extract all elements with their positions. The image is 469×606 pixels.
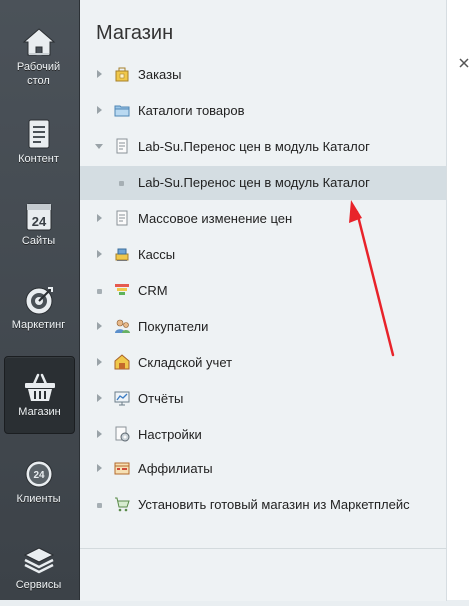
menu-item-labsu-section[interactable]: Lab-Su.Перенос цен в модуль Каталог: [80, 130, 446, 164]
close-icon[interactable]: [459, 58, 469, 68]
menu-item-labsu-page[interactable]: Lab-Su.Перенос цен в модуль Каталог: [80, 166, 446, 200]
customers-icon: [115, 319, 130, 333]
menu-label-marketplace-install: Установить готовый магазин из Маркетплей…: [138, 497, 410, 512]
rail-item-shop[interactable]: Магазин: [4, 356, 75, 434]
svg-text:24: 24: [33, 470, 45, 481]
expand-arrow-icon[interactable]: [97, 70, 102, 78]
expand-arrow-icon[interactable]: [97, 250, 102, 258]
menu-label-cash-registers: Кассы: [138, 247, 176, 262]
expand-arrow-icon[interactable]: [97, 214, 102, 222]
menu-item-orders[interactable]: Заказы: [80, 58, 446, 92]
rail-label-services: Сервисы: [15, 579, 62, 591]
menu-item-affiliates[interactable]: Аффилиаты: [80, 452, 446, 486]
menu-item-settings[interactable]: Настройки: [80, 418, 446, 452]
expand-arrow-icon[interactable]: [97, 430, 102, 438]
menu-label-reports: Отчёты: [138, 391, 184, 406]
rail-label-desktop-2: стол: [27, 75, 50, 87]
menu-item-warehouse[interactable]: Складской учет: [80, 346, 446, 380]
collapse-arrow-icon[interactable]: [95, 144, 103, 149]
cash-register-icon: [115, 248, 129, 261]
folder-icon: [114, 105, 130, 117]
affiliates-icon: [114, 462, 130, 475]
page-icon: [116, 210, 128, 226]
orders-icon: [115, 67, 129, 82]
expand-arrow-icon[interactable]: [97, 464, 102, 472]
menu-label-customers: Покупатели: [138, 319, 209, 334]
menu-label-mass-price-change: Массовое изменение цен: [138, 211, 293, 226]
rail-item-marketing[interactable]: Маркетинг: [4, 270, 73, 346]
menu-label-crm: CRM: [138, 283, 168, 298]
layers-icon: [23, 547, 54, 574]
menu-label-settings: Настройки: [138, 427, 202, 442]
menu-label-orders: Заказы: [138, 67, 182, 82]
home-icon: [22, 28, 55, 56]
expand-arrow-icon[interactable]: [97, 394, 102, 402]
menu-item-marketplace-install[interactable]: Установить готовый магазин из Маркетплей…: [80, 488, 446, 522]
rail-label-content: Контент: [18, 153, 59, 165]
expand-arrow-icon[interactable]: [97, 106, 102, 114]
menu-item-catalogs[interactable]: Каталоги товаров: [80, 94, 446, 128]
rail-label-sites: Сайты: [21, 235, 56, 247]
target-icon: [25, 287, 53, 315]
menu-item-cash-registers[interactable]: Кассы: [80, 238, 446, 272]
bullet-icon: [97, 503, 102, 508]
bullet-icon: [119, 181, 124, 186]
rail-label-marketing: Маркетинг: [11, 319, 66, 331]
menu-label-labsu-section: Lab-Su.Перенос цен в модуль Каталог: [138, 139, 370, 154]
menu-item-crm[interactable]: CRM: [80, 274, 446, 308]
expand-arrow-icon[interactable]: [97, 358, 102, 366]
rail-item-desktop[interactable]: Рабочий стол: [4, 12, 73, 88]
panel-title: Магазин: [96, 22, 174, 44]
document-icon: [28, 119, 49, 149]
page-icon: [116, 138, 128, 154]
rail-label-shop: Магазин: [18, 406, 61, 418]
menu-label-labsu-page: Lab-Su.Перенос цен в модуль Каталог: [138, 175, 370, 190]
rail-label-desktop-1: Рабочий: [16, 61, 61, 73]
left-sidebar: Рабочий стол Контент 24 Сайты Маркетинг …: [0, 0, 80, 600]
crm-funnel-icon: [115, 284, 129, 295]
expand-arrow-icon[interactable]: [97, 322, 102, 330]
cart-icon: [115, 497, 130, 512]
settings-icon: [115, 426, 130, 442]
shop-menu-panel: Магазин Заказы Каталоги товаров Lab-Su.П…: [80, 0, 447, 548]
reports-icon: [114, 391, 130, 406]
menu-label-warehouse: Складской учет: [138, 355, 233, 370]
warehouse-icon: [114, 354, 130, 370]
rail-item-sites[interactable]: 24 Сайты: [4, 186, 73, 262]
calendar-24-icon: 24: [26, 203, 51, 231]
right-content-edge: [447, 0, 469, 600]
bullet-icon: [97, 289, 102, 294]
rail-item-services[interactable]: Сервисы: [4, 530, 73, 606]
menu-item-reports[interactable]: Отчёты: [80, 382, 446, 416]
menu-item-customers[interactable]: Покупатели: [80, 310, 446, 344]
cloud-24-icon: 24: [25, 460, 52, 488]
panel-footer: [80, 548, 447, 601]
svg-text:24: 24: [31, 214, 46, 229]
menu-label-catalogs: Каталоги товаров: [138, 103, 245, 118]
basket-icon: [24, 373, 55, 401]
rail-item-clients[interactable]: 24 Клиенты: [4, 444, 73, 520]
menu-item-mass-price-change[interactable]: Массовое изменение цен: [80, 202, 446, 236]
rail-item-content[interactable]: Контент: [4, 104, 73, 180]
rail-label-clients: Клиенты: [16, 493, 61, 505]
menu-label-affiliates: Аффилиаты: [138, 461, 213, 476]
